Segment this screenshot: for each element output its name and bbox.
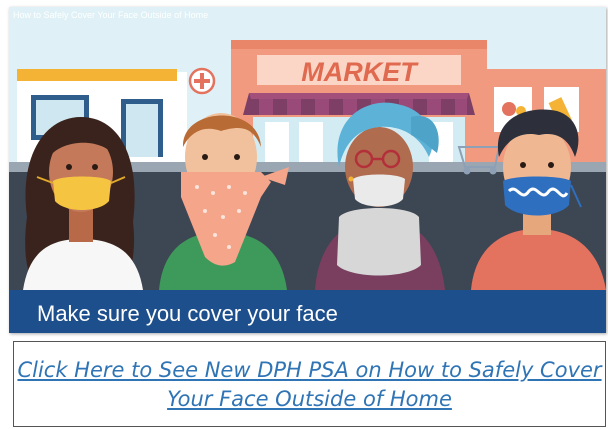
psa-link[interactable]: Click Here to See New DPH PSA on How to … [14,356,605,414]
market-sign: MARKET [301,57,419,87]
link-box: Click Here to See New DPH PSA on How to … [13,341,606,427]
video-frame-illustration: MARKET [9,7,606,333]
video-title: How to Safely Cover Your Face Outside of… [13,10,209,20]
video-player[interactable]: MARKET How to Safely Cover Your Face Out… [9,7,606,333]
caption-banner: Make sure you cover your face [9,290,606,333]
caption-text: Make sure you cover your face [37,301,338,326]
